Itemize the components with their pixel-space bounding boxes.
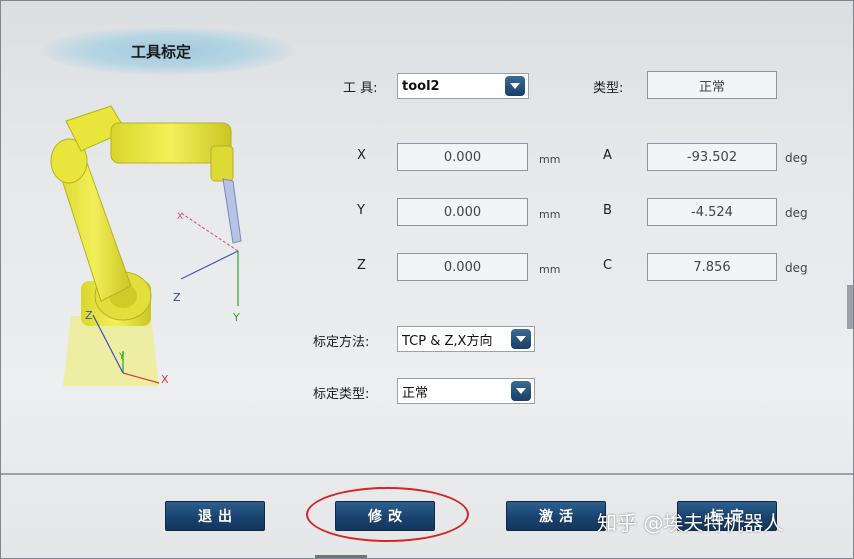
coord-x-field[interactable]: 0.000 (397, 143, 528, 171)
angle-b-field[interactable]: -4.524 (647, 198, 777, 226)
coord-y-field[interactable]: 0.000 (397, 198, 528, 226)
coord-z-unit: mm (539, 263, 561, 276)
base-axis-x-label: X (161, 373, 169, 386)
angle-a-field[interactable]: -93.502 (647, 143, 777, 171)
angle-a-unit: deg (785, 151, 808, 165)
calib-method-label: 标定方法: (313, 335, 370, 350)
coord-z-label: Z (357, 258, 366, 273)
angle-c-label: C (603, 258, 613, 273)
scrollbar-handle[interactable] (847, 285, 853, 329)
modify-highlight-ellipse (306, 487, 469, 542)
tool-axis-x-label: X (177, 212, 183, 222)
tool-select-value: tool2 (402, 78, 440, 94)
exit-button[interactable]: 退出 (165, 501, 265, 531)
angle-c-unit: deg (785, 261, 808, 275)
chevron-down-icon[interactable] (511, 381, 531, 401)
type-field: 正常 (647, 71, 777, 99)
calib-type-label: 标定类型: (313, 387, 370, 402)
calib-method-value: TCP & Z,X方向 (402, 333, 493, 349)
page-title: 工具标定 (131, 43, 192, 61)
watermark: 知乎 @埃夫特机器人 (597, 511, 784, 535)
bottom-tab-indicator (315, 555, 367, 558)
coord-x-label: X (357, 148, 366, 163)
tool-label: 工 具: (343, 81, 378, 96)
coord-y-label: Y (357, 203, 365, 218)
chevron-down-icon[interactable] (511, 329, 531, 349)
angle-b-label: B (603, 203, 612, 218)
coord-x-unit: mm (539, 153, 561, 166)
type-label: 类型: (593, 81, 624, 96)
chevron-down-icon[interactable] (505, 76, 525, 96)
base-axis-y-label: Y (118, 352, 125, 362)
tool-axis-z-label: Z (173, 291, 181, 304)
base-axis-z-label: Z (85, 309, 93, 322)
tool-calibration-window: 工具标定 Z Y X X Y Z 工 具: tool2 类型: 正常 X 0.0… (0, 0, 854, 559)
tool-select[interactable]: tool2 (397, 73, 529, 99)
tool-axis-y-label: Y (232, 311, 240, 324)
robot-illustration: Z Y X X Y Z (50, 105, 242, 386)
divider (1, 473, 853, 475)
coord-y-unit: mm (539, 208, 561, 221)
angle-b-unit: deg (785, 206, 808, 220)
calib-type-value: 正常 (402, 385, 429, 401)
calib-type-select[interactable]: 正常 (397, 378, 535, 404)
angle-a-label: A (603, 148, 612, 163)
calib-method-select[interactable]: TCP & Z,X方向 (397, 326, 535, 352)
activate-button[interactable]: 激活 (506, 501, 606, 531)
coord-z-field[interactable]: 0.000 (397, 253, 528, 281)
angle-c-field[interactable]: 7.856 (647, 253, 777, 281)
